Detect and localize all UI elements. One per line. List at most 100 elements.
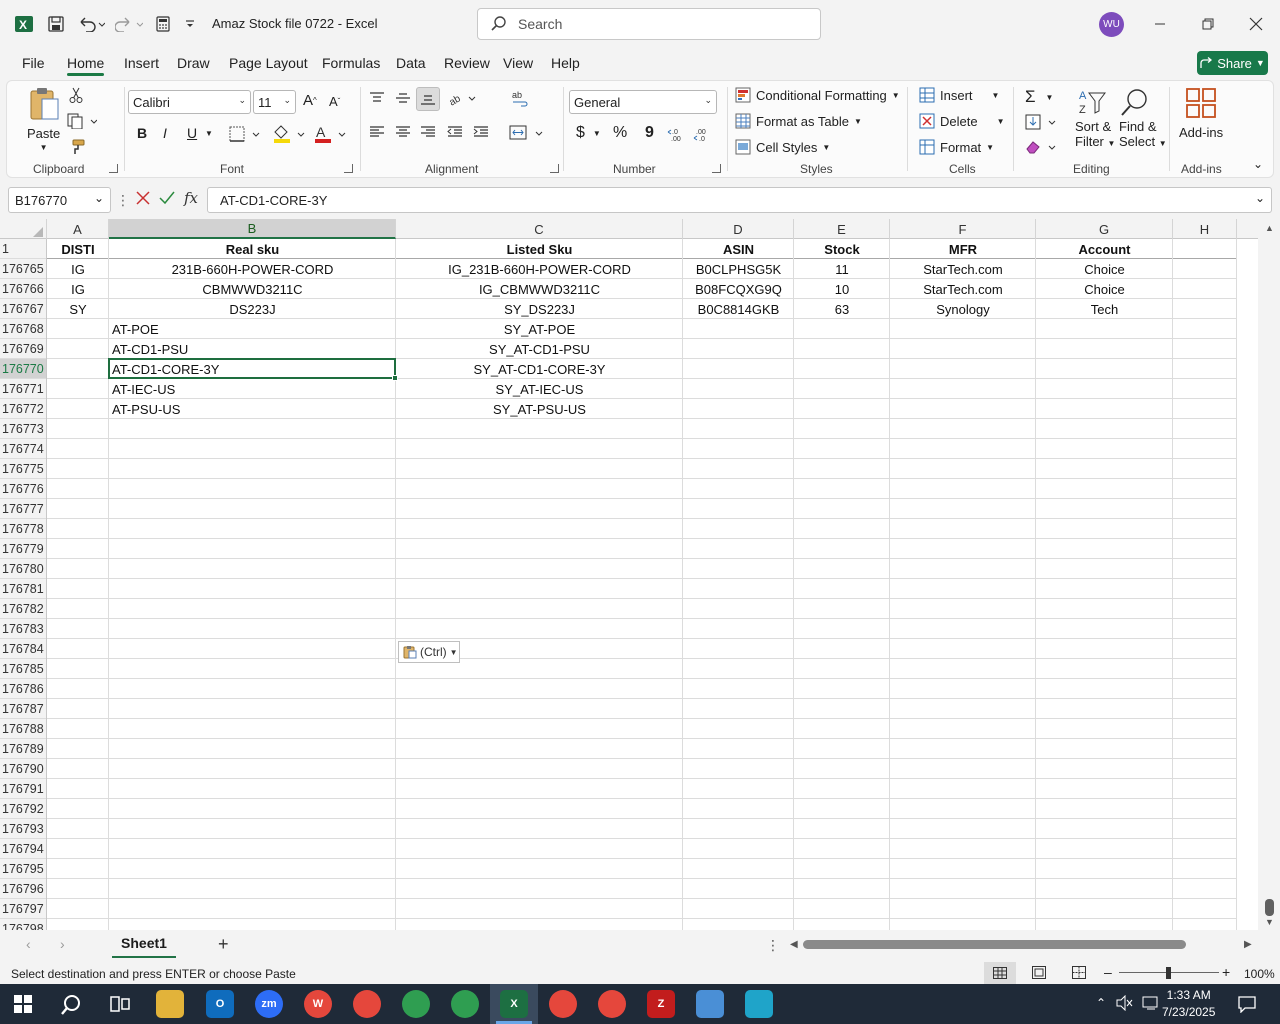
sheet-tab-sheet1[interactable]: Sheet1 <box>112 930 176 958</box>
column-title-cell[interactable]: Listed Sku <box>396 239 683 259</box>
row-header[interactable]: 176769 <box>0 339 46 359</box>
row-header[interactable]: 176790 <box>0 759 46 779</box>
underline-button[interactable]: U <box>187 125 197 141</box>
row-header[interactable]: 176798 <box>0 919 46 931</box>
align-right-icon[interactable] <box>420 125 436 139</box>
scroll-right-icon[interactable]: ▶ <box>1244 939 1252 950</box>
row-header[interactable]: 176781 <box>0 579 46 599</box>
column-header-g[interactable]: G <box>1036 219 1173 239</box>
share-button[interactable]: Share ▼ <box>1197 51 1268 75</box>
conditional-formatting-button[interactable]: Conditional Formatting ▼ <box>735 87 900 103</box>
zoom-out-icon[interactable]: – <box>1104 964 1112 980</box>
table-cell[interactable]: AT-CD1-PSU <box>109 339 396 359</box>
decrease-decimal-icon[interactable]: .00.0 <box>693 126 713 142</box>
merge-center-icon[interactable] <box>509 124 545 142</box>
borders-icon[interactable] <box>229 126 263 142</box>
zoom-slider-thumb[interactable] <box>1166 967 1171 979</box>
column-title-cell[interactable]: Real sku <box>109 239 396 259</box>
horizontal-scroll-thumb[interactable] <box>803 940 1186 949</box>
table-cell[interactable]: CBMWWD3211C <box>109 279 396 299</box>
scroll-down-icon[interactable]: ▼ <box>1265 917 1274 927</box>
tab-review[interactable]: Review <box>444 55 490 71</box>
windows-start-icon[interactable] <box>14 995 32 1016</box>
orientation-icon[interactable]: ab <box>447 90 477 106</box>
column-header-c[interactable]: C <box>396 219 683 239</box>
font-size-combo[interactable]: 11 ⌄ <box>253 90 296 114</box>
row-header[interactable]: 176771 <box>0 379 46 399</box>
taskbar-clock[interactable]: 1:33 AM 7/23/2025 <box>1162 987 1215 1021</box>
delete-cells-button[interactable]: Delete ▼ <box>919 113 1005 129</box>
undo-icon[interactable] <box>74 0 108 48</box>
tab-file[interactable]: File <box>22 55 45 71</box>
worksheet-grid[interactable]: ABCDEFGH 1 176765 176766 176767 176768 176769… <box>0 219 1258 930</box>
row-header[interactable]: 176773 <box>0 419 46 439</box>
row-header[interactable]: 176785 <box>0 659 46 679</box>
row-header[interactable]: 1 <box>0 239 46 259</box>
chrome-icon[interactable] <box>451 990 479 1018</box>
number-format-combo[interactable]: General ⌄ <box>569 90 717 114</box>
table-cell[interactable]: 231B-660H-POWER-CORD <box>109 259 396 279</box>
formula-input[interactable]: AT-CD1-CORE-3Y ⌄ <box>207 187 1272 213</box>
table-cell[interactable]: B0CLPHSG5K <box>683 259 794 279</box>
row-header[interactable]: 176788 <box>0 719 46 739</box>
vertical-scrollbar[interactable]: ▲ ▼ <box>1260 219 1280 930</box>
row-header[interactable]: 176783 <box>0 619 46 639</box>
table-cell[interactable]: AT-PSU-US <box>109 399 396 419</box>
close-icon[interactable] <box>1236 0 1276 48</box>
table-cell[interactable]: Synology <box>890 299 1036 319</box>
row-header[interactable]: 176786 <box>0 679 46 699</box>
add-sheet-button[interactable]: + <box>218 934 229 955</box>
row-header[interactable]: 176787 <box>0 699 46 719</box>
table-cell[interactable]: Tech <box>1036 299 1173 319</box>
scroll-left-icon[interactable]: ◀ <box>790 939 798 950</box>
row-header[interactable]: 176775 <box>0 459 46 479</box>
row-header[interactable]: 176782 <box>0 599 46 619</box>
row-header[interactable]: 176791 <box>0 779 46 799</box>
row-header[interactable]: 176778 <box>0 519 46 539</box>
clear-icon[interactable] <box>1025 139 1059 155</box>
expand-formula-icon[interactable]: ⌄ <box>1255 191 1265 205</box>
task-view-icon[interactable] <box>110 996 130 1015</box>
row-header[interactable]: 176779 <box>0 539 46 559</box>
autosum-icon[interactable]: Σ ▼ <box>1025 87 1053 107</box>
paste-options-button[interactable]: (Ctrl) ▼ <box>398 641 460 663</box>
search-input[interactable]: Search <box>477 8 821 40</box>
column-title-cell[interactable]: MFR <box>890 239 1036 259</box>
row-header[interactable]: 176795 <box>0 859 46 879</box>
cut-icon[interactable] <box>69 87 83 103</box>
row-header[interactable]: 176796 <box>0 879 46 899</box>
row-header[interactable]: 176789 <box>0 739 46 759</box>
wrap-text-icon[interactable]: ab <box>511 90 529 108</box>
table-cell[interactable]: B08FCQXG9Q <box>683 279 794 299</box>
row-header[interactable]: 176793 <box>0 819 46 839</box>
increase-decimal-icon[interactable]: .0.00 <box>667 126 687 142</box>
insert-cells-button[interactable]: Insert ▼ <box>919 87 999 103</box>
confirm-entry-icon[interactable] <box>158 190 176 209</box>
column-title-cell[interactable]: ASIN <box>683 239 794 259</box>
table-cell[interactable]: SY <box>47 299 109 319</box>
cancel-entry-icon[interactable] <box>135 190 151 209</box>
collapse-ribbon-icon[interactable]: ⌄ <box>1253 157 1263 171</box>
tab-help[interactable]: Help <box>551 55 580 71</box>
underline-dropdown-icon[interactable]: ▼ <box>205 129 213 138</box>
column-header-d[interactable]: D <box>683 219 794 239</box>
table-cell[interactable]: StarTech.com <box>890 259 1036 279</box>
column-title-cell[interactable]: Account <box>1036 239 1173 259</box>
table-cell[interactable]: IG <box>47 259 109 279</box>
bold-button[interactable]: B <box>137 125 147 141</box>
sort-filter-button[interactable]: AZ Sort & Filter ▼ <box>1075 87 1115 151</box>
network-icon[interactable] <box>1142 995 1160 1014</box>
tab-draw[interactable]: Draw <box>177 55 210 71</box>
zoom-level[interactable]: 100% <box>1244 967 1275 981</box>
search-icon[interactable] <box>60 994 82 1019</box>
avatar[interactable]: WU <box>1099 12 1124 37</box>
table-cell[interactable]: SY_AT-CD1-CORE-3Y <box>396 359 683 379</box>
increase-indent-icon[interactable] <box>473 125 489 139</box>
column-title-cell[interactable]: Stock <box>794 239 890 259</box>
outlook-icon[interactable]: O <box>206 990 234 1018</box>
add-ins-button[interactable]: Add-ins <box>1179 87 1223 140</box>
align-bottom-icon[interactable] <box>416 87 440 111</box>
tab-insert[interactable]: Insert <box>124 55 159 71</box>
format-cells-button[interactable]: Format ▼ <box>919 139 994 155</box>
page-break-view-icon[interactable] <box>1072 966 1086 982</box>
